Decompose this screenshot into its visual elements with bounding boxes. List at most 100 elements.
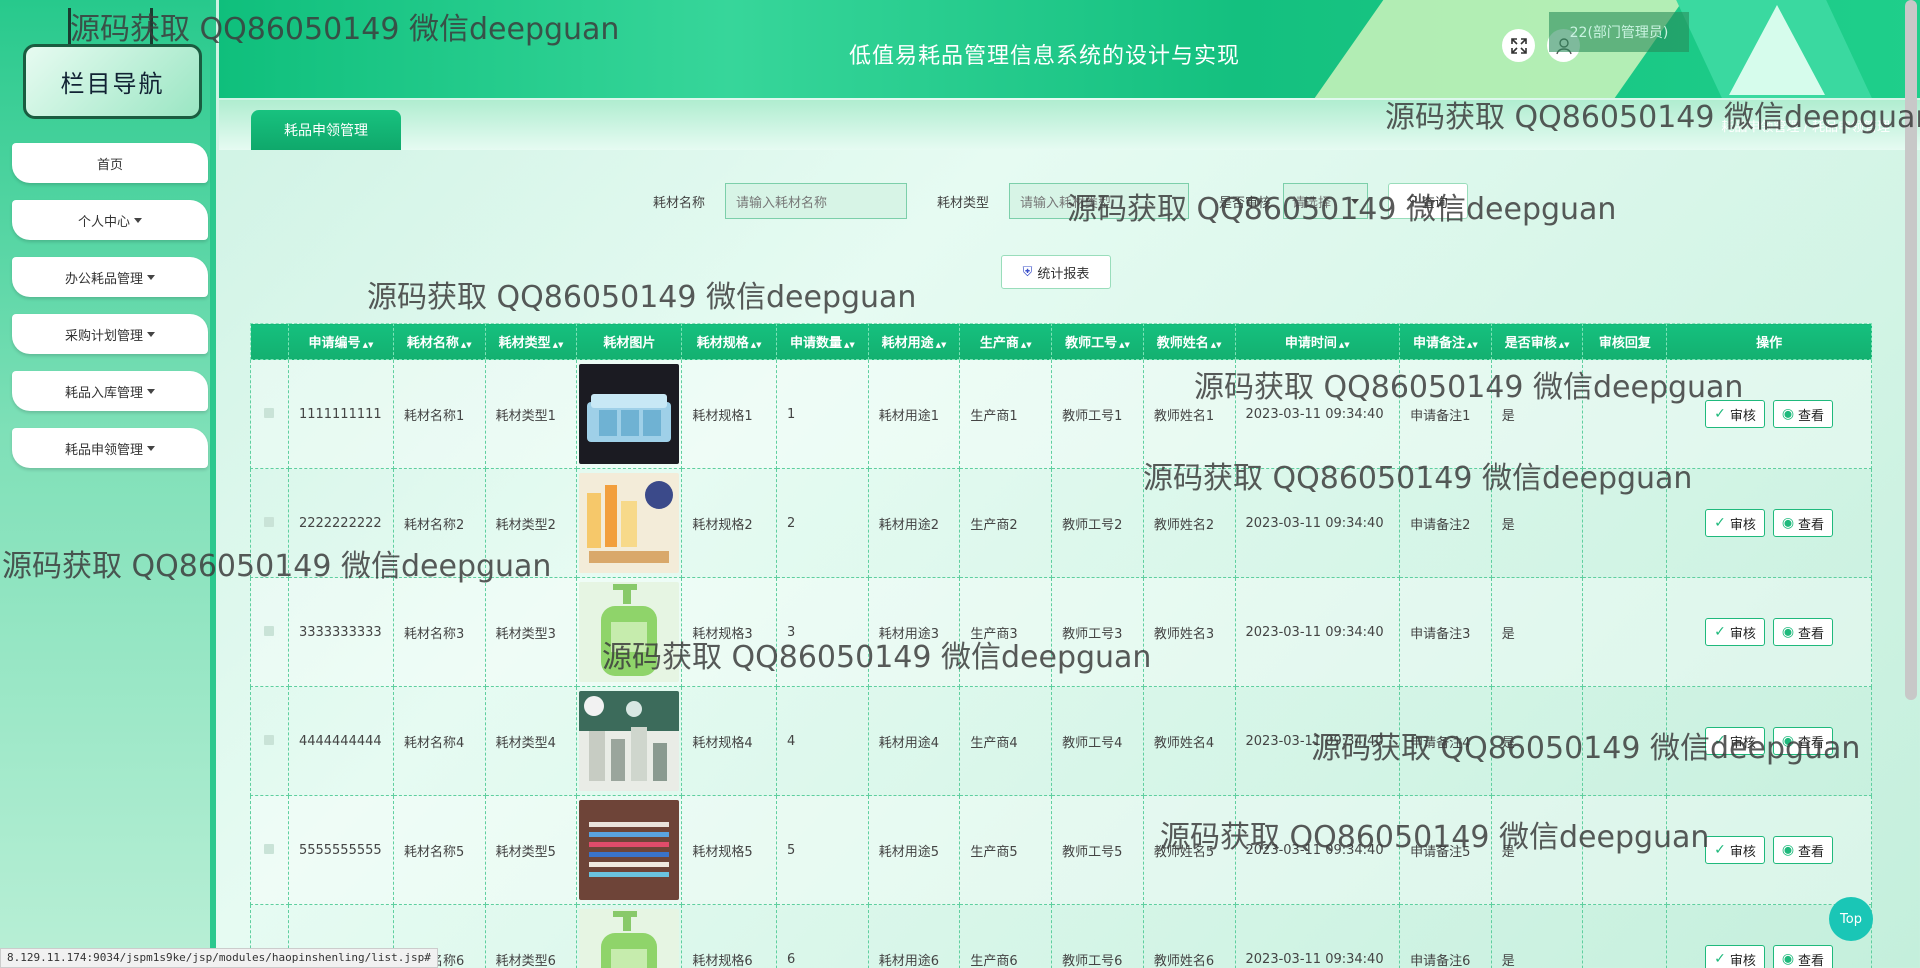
eye-icon: ◉ xyxy=(1781,624,1795,640)
cell-no: 3333333333 xyxy=(287,577,394,687)
scrollbar[interactable] xyxy=(1905,0,1917,700)
cell-tid: 教师工号5 xyxy=(1051,795,1144,905)
column-header[interactable]: 申请数量 ▲▼ xyxy=(776,323,869,360)
sidebar-item-5[interactable]: 耗品申领管理 xyxy=(12,428,208,468)
view-label: 查看 xyxy=(1798,517,1825,533)
query-label: 查询 xyxy=(1421,195,1448,211)
cell-tid: 教师工号1 xyxy=(1051,359,1144,469)
cell-spec: 耗材规格1 xyxy=(681,359,778,469)
eye-icon: ◉ xyxy=(1781,515,1795,531)
eye-icon: ◉ xyxy=(1781,842,1795,858)
column-header[interactable]: 耗材名称 ▲▼ xyxy=(392,323,486,360)
sign-post-left xyxy=(68,8,71,44)
breadcrumb: 耗品申领管理 / 耗品申领管理 xyxy=(1721,120,1890,135)
audit-button[interactable]: ✓ 审核 xyxy=(1705,509,1765,537)
name-input[interactable]: 请输入耗材名称 xyxy=(725,183,908,219)
column-header[interactable]: 生产商 ▲▼ xyxy=(959,323,1053,360)
cell-tname: 教师姓名1 xyxy=(1142,359,1236,469)
view-button[interactable]: ◉ 查看 xyxy=(1772,618,1834,646)
cell-audited: 是 xyxy=(1490,795,1584,905)
audit-label: 审核 xyxy=(1729,953,1756,968)
select-all-header[interactable] xyxy=(250,323,289,360)
column-header-label: 生产商 xyxy=(979,336,1019,351)
product-image xyxy=(579,364,680,464)
view-button[interactable]: ◉ 查看 xyxy=(1772,836,1834,864)
column-header-label: 教师姓名 xyxy=(1156,336,1209,351)
cell-type: 耗材类型6 xyxy=(484,904,578,968)
audit-label: 审核 xyxy=(1729,517,1756,533)
cell-type: 耗材类型4 xyxy=(484,686,578,796)
caret-down-icon xyxy=(147,331,155,337)
column-header[interactable]: 耗材用途 ▲▼ xyxy=(867,323,961,360)
sort-icon: ▲▼ xyxy=(1338,341,1350,349)
sidebar-item-label: 个人中心 xyxy=(77,214,130,230)
product-image xyxy=(579,473,680,573)
check-circle-icon: ✓ xyxy=(1714,842,1726,858)
cell-reply xyxy=(1582,468,1668,578)
report-button[interactable]: ⛨ 统计报表 xyxy=(1001,255,1111,289)
cell-tname: 教师姓名4 xyxy=(1142,686,1236,796)
query-button[interactable]: ⚲ 查询 xyxy=(1388,183,1469,219)
view-button[interactable]: ◉ 查看 xyxy=(1772,727,1834,755)
audit-select[interactable]: 请选择 xyxy=(1283,183,1369,219)
check-circle-icon: ✓ xyxy=(1714,406,1726,422)
column-header-label: 耗材名称 xyxy=(406,336,459,351)
audit-button[interactable]: ✓ 审核 xyxy=(1705,618,1765,646)
cell-no: 4444444444 xyxy=(287,686,394,796)
cell-maker: 生产商2 xyxy=(959,468,1053,578)
fullscreen-button[interactable] xyxy=(1502,29,1535,62)
audit-button[interactable]: ✓ 审核 xyxy=(1705,945,1765,968)
sort-icon: ▲▼ xyxy=(935,341,947,349)
column-header[interactable]: 耗材规格 ▲▼ xyxy=(681,323,778,360)
sidebar-item-4[interactable]: 耗品入库管理 xyxy=(12,371,208,411)
column-header[interactable]: 申请备注 ▲▼ xyxy=(1399,323,1492,360)
view-button[interactable]: ◉ 查看 xyxy=(1772,509,1834,537)
column-header-label: 耗材图片 xyxy=(603,336,656,351)
sidebar-item-0[interactable]: 首页 xyxy=(12,143,208,183)
view-button[interactable]: ◉ 查看 xyxy=(1772,945,1834,968)
row-checkbox[interactable] xyxy=(264,734,275,745)
audit-button[interactable]: ✓ 审核 xyxy=(1705,836,1765,864)
row-checkbox[interactable] xyxy=(264,516,275,527)
column-header[interactable]: 耗材类型 ▲▼ xyxy=(484,323,578,360)
sort-icon: ▲▼ xyxy=(843,341,855,349)
audit-button[interactable]: ✓ 审核 xyxy=(1705,727,1765,755)
view-button[interactable]: ◉ 查看 xyxy=(1772,400,1834,428)
column-header[interactable]: 申请时间 ▲▼ xyxy=(1234,323,1401,360)
sidebar-item-2[interactable]: 办公耗品管理 xyxy=(12,257,208,297)
thumbnail-cell xyxy=(576,686,683,796)
current-user[interactable]: 22(部门管理员) xyxy=(1549,12,1689,52)
actions-cell: ✓ 审核 ◉ 查看 xyxy=(1666,359,1872,469)
audit-button[interactable]: ✓ 审核 xyxy=(1705,400,1765,428)
check-circle-icon: ✓ xyxy=(1714,733,1726,749)
sidebar-item-3[interactable]: 采购计划管理 xyxy=(12,314,208,354)
cell-name: 耗材名称3 xyxy=(392,577,486,687)
cell-no: 5555555555 xyxy=(287,795,394,905)
cell-tid: 教师工号2 xyxy=(1051,468,1144,578)
tab-haopin-shenling[interactable]: 耗品申领管理 xyxy=(251,110,401,150)
cell-reply xyxy=(1582,686,1668,796)
product-image xyxy=(579,800,680,900)
cell-time: 2023-03-11 09:34:40 xyxy=(1234,577,1401,687)
column-header[interactable]: 申请编号 ▲▼ xyxy=(287,323,394,360)
row-checkbox[interactable] xyxy=(264,843,275,854)
cell-qty: 2 xyxy=(776,468,869,578)
cell-type: 耗材类型3 xyxy=(484,577,578,687)
column-header[interactable]: 教师姓名 ▲▼ xyxy=(1142,323,1236,360)
row-checkbox[interactable] xyxy=(264,407,275,418)
column-header[interactable]: 是否审核 ▲▼ xyxy=(1490,323,1584,360)
cell-spec: 耗材规格3 xyxy=(681,577,778,687)
cell-tname: 教师姓名3 xyxy=(1142,577,1236,687)
caret-down-icon xyxy=(147,445,155,451)
column-header[interactable]: 教师工号 ▲▼ xyxy=(1051,323,1144,360)
cell-tname: 教师姓名2 xyxy=(1142,468,1236,578)
type-input[interactable]: 请输入耗材类型 xyxy=(1009,183,1190,219)
back-to-top-button[interactable]: Top xyxy=(1829,897,1873,941)
column-header-label: 审核回复 xyxy=(1598,336,1651,351)
row-checkbox[interactable] xyxy=(264,625,275,636)
thumbnail-cell xyxy=(576,795,683,905)
check-circle-icon: ✓ xyxy=(1714,951,1726,967)
column-header-label: 操作 xyxy=(1756,336,1783,351)
thumbnail-cell xyxy=(576,904,683,968)
sidebar-item-1[interactable]: 个人中心 xyxy=(12,200,208,240)
